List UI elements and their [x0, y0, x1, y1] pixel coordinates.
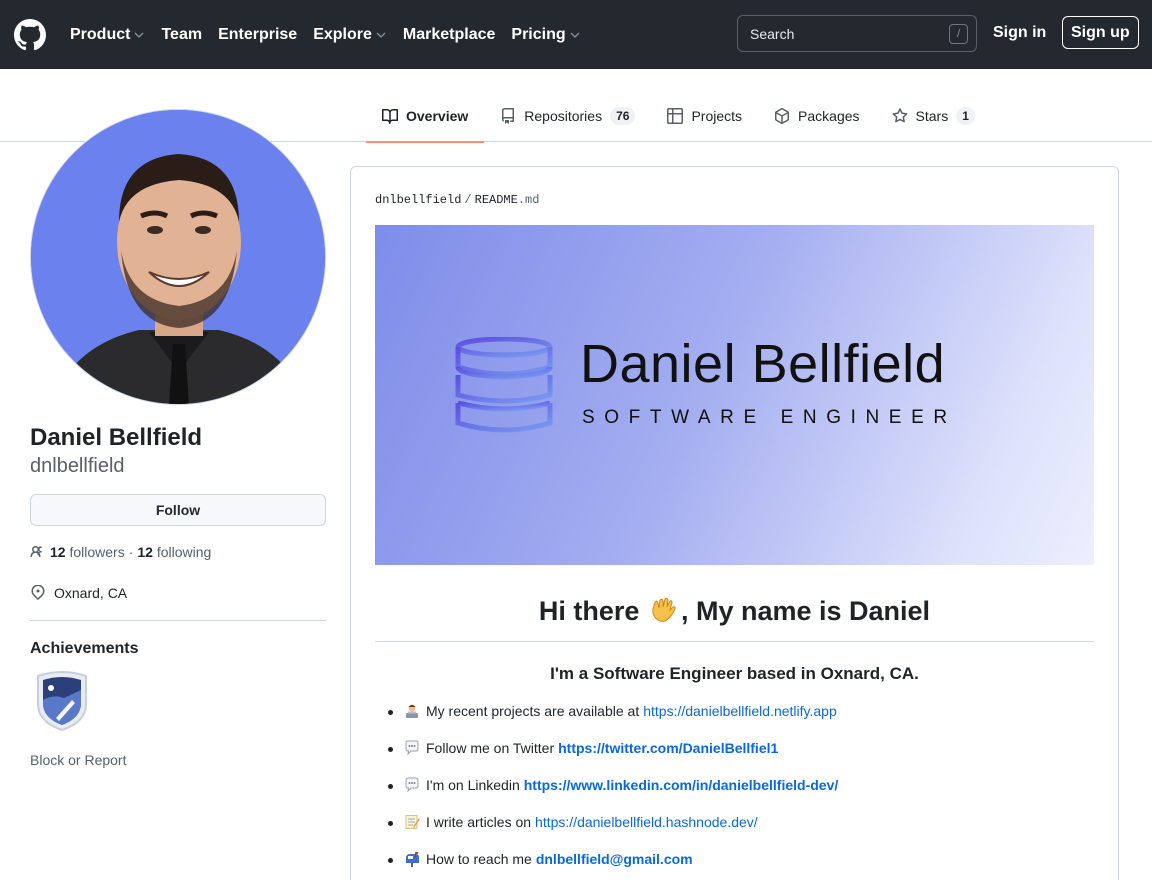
people-icon: [30, 546, 42, 558]
email-link[interactable]: dnlbellfield@gmail.com: [536, 851, 693, 867]
nav-enterprise[interactable]: Enterprise: [218, 26, 297, 44]
list-item: My recent projects are available at http…: [388, 703, 1088, 740]
profile-location: Oxnard, CA: [30, 585, 127, 601]
search-box: /: [737, 15, 977, 52]
followers-link[interactable]: 12 followers: [50, 544, 125, 560]
list-item: Follow me on Twitter https://twitter.com…: [388, 740, 1088, 777]
sign-in-link[interactable]: Sign in: [993, 24, 1046, 42]
profile-full-name: Daniel Bellfield: [30, 424, 203, 451]
nav-pricing[interactable]: Pricing: [511, 26, 580, 44]
profile-username: dnlbellfield: [30, 455, 125, 477]
readme-crumb-user[interactable]: dnlbellfield: [375, 193, 461, 207]
speech-bubble-icon: [403, 740, 421, 756]
nav-team[interactable]: Team: [161, 26, 202, 44]
waving-hand-icon: [649, 596, 679, 631]
global-header: Product Team Enterprise Explore Marketpl…: [0, 0, 1152, 69]
repo-icon: [502, 107, 515, 124]
table-icon: [667, 107, 684, 124]
stars-count: 1: [956, 106, 975, 125]
readme-crumb-file[interactable]: README.md: [475, 193, 540, 207]
book-icon: [382, 108, 398, 124]
sidebar-divider: [30, 620, 326, 621]
nav-marketplace[interactable]: Marketplace: [403, 26, 496, 44]
database-logo-icon: [455, 337, 553, 433]
follow-stats: 12 followers · 12 following: [30, 544, 211, 560]
hashnode-link[interactable]: https://danielbellfield.hashnode.dev/: [535, 814, 758, 830]
nav-explore[interactable]: Explore: [313, 26, 387, 44]
readme-breadcrumb: dnlbellfield / README.md: [375, 193, 540, 207]
readme-heading: Hi there , My name is Daniel: [375, 596, 1094, 642]
block-or-report-link[interactable]: Block or Report: [30, 752, 126, 768]
chevron-down-icon: [375, 29, 387, 41]
achievements-title: Achievements: [30, 640, 139, 657]
chevron-down-icon: [569, 29, 581, 41]
following-link[interactable]: 12 following: [137, 544, 211, 560]
readme-banner-image: Daniel Bellfield SOFTWARE ENGINEER: [375, 225, 1094, 565]
tab-repositories[interactable]: Repositories 76: [484, 89, 651, 142]
memo-icon: [403, 814, 421, 830]
follow-button[interactable]: Follow: [30, 494, 326, 526]
speech-bubble-icon: [403, 777, 421, 793]
tab-projects[interactable]: Projects: [651, 89, 758, 142]
sign-up-button[interactable]: Sign up: [1062, 16, 1139, 49]
readme-list: My recent projects are available at http…: [388, 703, 1088, 880]
tab-stars[interactable]: Stars 1: [876, 89, 991, 142]
avatar[interactable]: [30, 109, 326, 405]
github-logo-icon[interactable]: [14, 18, 46, 51]
banner-role-text: SOFTWARE ENGINEER: [582, 407, 957, 428]
star-icon: [892, 107, 907, 122]
twitter-link[interactable]: https://twitter.com/DanielBellfiel1: [558, 740, 778, 756]
list-item: How to reach me dnlbellfield@gmail.com: [388, 851, 1088, 880]
mailbox-icon: [403, 851, 421, 867]
technologist-icon: [403, 703, 421, 719]
achievement-badge[interactable]: [34, 670, 90, 732]
package-icon: [775, 107, 790, 124]
projects-link[interactable]: https://danielbellfield.netlify.app: [643, 703, 837, 719]
list-item: I'm on Linkedin https://www.linkedin.com…: [388, 777, 1088, 814]
search-input[interactable]: [750, 25, 949, 42]
header-nav: Product Team Enterprise Explore Marketpl…: [70, 26, 597, 44]
profile-tabs: Overview Repositories 76 Projects Packag…: [366, 89, 991, 143]
nav-product[interactable]: Product: [70, 26, 145, 44]
linkedin-link[interactable]: https://www.linkedin.com/in/danielbellfi…: [524, 777, 839, 793]
repositories-count: 76: [610, 106, 636, 125]
banner-name-text: Daniel Bellfield: [580, 334, 946, 394]
tab-packages[interactable]: Packages: [758, 89, 875, 142]
readme-subheading: I'm a Software Engineer based in Oxnard,…: [550, 664, 919, 683]
slash-shortcut-key: /: [949, 23, 968, 44]
list-item: I write articles on https://danielbellfi…: [388, 814, 1088, 851]
tab-overview[interactable]: Overview: [366, 89, 485, 143]
chevron-down-icon: [133, 29, 145, 41]
location-pin-icon: [31, 585, 45, 600]
